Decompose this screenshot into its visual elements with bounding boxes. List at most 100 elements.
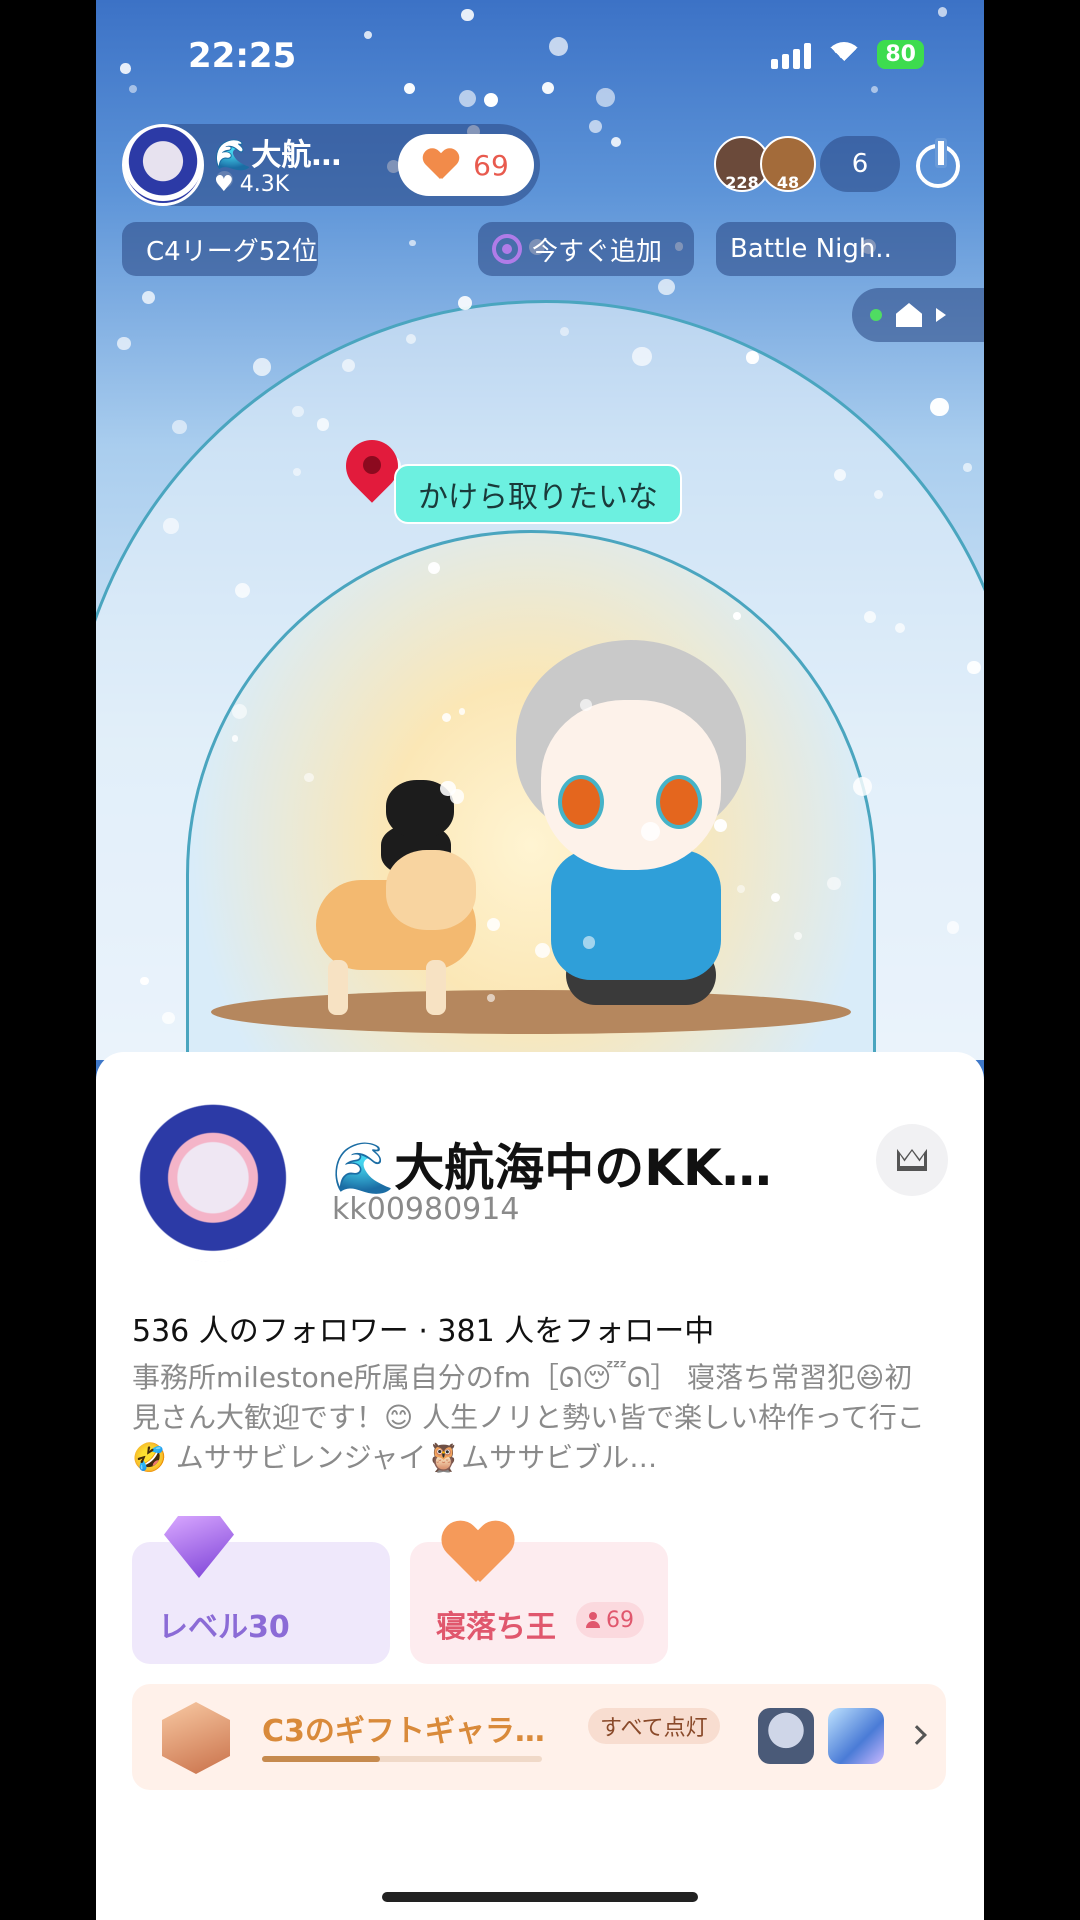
sleep-king-badge-card[interactable]: 寝落ち王 69	[410, 1542, 668, 1664]
dog-leg	[426, 960, 446, 1015]
snowflake	[408, 239, 416, 247]
viewer-score: 48	[776, 173, 800, 192]
viewer-avatar[interactable]: 48	[760, 136, 816, 192]
snowflake	[737, 885, 745, 893]
snowflake	[548, 36, 569, 56]
snowflake	[484, 93, 499, 108]
snowflake	[947, 921, 960, 934]
snowflake	[963, 463, 972, 472]
snowflake	[162, 1011, 175, 1024]
host-name[interactable]: 🌊大航…	[214, 130, 341, 174]
viewer-count[interactable]: 6	[820, 136, 900, 192]
gallery-title: C3のギフトギャラ…	[262, 1714, 545, 1749]
diamond-icon	[129, 242, 143, 256]
league-rank-label: C4リーグ52位	[146, 236, 318, 267]
fan-count: 69	[606, 1607, 634, 1633]
profile-avatar[interactable]	[132, 1100, 294, 1262]
gallery-progress-fill	[262, 1756, 380, 1762]
snowflake	[427, 561, 441, 574]
like-button[interactable]: 69	[398, 134, 534, 196]
power-icon[interactable]	[916, 138, 960, 188]
viewer-score: 228	[725, 173, 759, 192]
person-icon	[586, 1612, 600, 1628]
crown-icon	[897, 1149, 927, 1171]
snowflake	[582, 936, 596, 949]
level-badge-card[interactable]: レベル30	[132, 1516, 390, 1664]
snowflake	[534, 942, 551, 958]
gallery-crystal-icon	[162, 1702, 230, 1774]
league-rank-chip[interactable]: C4リーグ52位	[122, 222, 318, 276]
igloo-floor	[211, 990, 851, 1034]
status-indicators: 80	[771, 40, 924, 69]
crystal-gift-icon	[828, 1708, 884, 1764]
snowflake	[930, 397, 949, 416]
snowflake	[252, 357, 271, 376]
snowflake	[794, 932, 802, 940]
snowflake	[486, 917, 500, 931]
snowflake	[658, 278, 675, 295]
wifi-icon	[825, 42, 863, 68]
fan-count-pill: 69	[576, 1602, 644, 1638]
snowflake	[404, 82, 415, 94]
snowflake	[171, 419, 187, 435]
snowflake	[140, 976, 149, 986]
snowflake	[541, 81, 554, 94]
snowflake	[231, 703, 247, 720]
snowflake	[457, 295, 472, 311]
snowflake	[967, 660, 981, 675]
snowflake	[589, 120, 603, 133]
all-lit-badge: すべて点灯	[588, 1708, 720, 1744]
snowflake	[128, 85, 138, 94]
snowflake	[871, 86, 879, 94]
host-avatar[interactable]	[122, 124, 204, 206]
left-black-bar	[0, 0, 96, 1920]
battle-night-label: Battle Nigh..	[730, 234, 892, 264]
snowflake	[363, 30, 373, 40]
battery-indicator: 80	[877, 40, 924, 69]
add-now-label: 今すぐ追加	[532, 236, 663, 267]
snowflake	[458, 89, 476, 107]
profile-bio: 事務所milestone所属自分のfm［ᘏ😴ᘏ］ 寝落ち常習犯😆初見さん大歓迎で…	[132, 1361, 925, 1474]
heart-outline-icon: ♥	[214, 172, 234, 197]
level-label: レベル30	[158, 1610, 290, 1645]
snowflake	[120, 63, 131, 74]
home-indicator	[382, 1892, 698, 1902]
snowflake	[833, 468, 846, 481]
home-icon	[896, 303, 922, 327]
boy-eye	[656, 775, 702, 829]
battle-night-chip[interactable]: Battle Nigh..	[716, 222, 956, 276]
target-icon	[492, 234, 522, 264]
host-likes-count: 4.3K	[239, 172, 290, 197]
snowflake	[580, 698, 593, 711]
snowflake	[117, 336, 131, 351]
snowflake	[632, 346, 652, 367]
phone-screen: 22:25 80 🌊大航… ♥ 4.3K 69 228 48 6 C4リーグ52…	[96, 0, 984, 1920]
heart-icon	[423, 149, 459, 181]
snowflake	[316, 418, 330, 431]
snowflake	[141, 290, 155, 304]
snowflake	[440, 780, 456, 796]
gallery-progress-bar	[262, 1756, 542, 1762]
snowflake	[746, 351, 759, 364]
crown-button[interactable]	[876, 1124, 948, 1196]
location-tag[interactable]: かけら取りたいな	[394, 464, 682, 524]
profile-id: kk00980914	[332, 1192, 520, 1227]
chevron-right-icon[interactable]	[907, 1725, 927, 1745]
snowflake	[733, 611, 741, 620]
dog-leg	[328, 960, 348, 1015]
gift-gallery-card[interactable]: C3のギフトギャラ… すべて点灯	[132, 1684, 946, 1790]
online-dot	[870, 309, 882, 321]
snowflake	[460, 8, 474, 22]
snowflake	[406, 333, 417, 344]
room-mini-controls[interactable]	[852, 288, 984, 342]
location-pin-icon	[344, 440, 400, 506]
gem-icon	[164, 1516, 234, 1578]
status-time: 22:25	[188, 36, 297, 76]
add-now-chip[interactable]: 今すぐ追加	[478, 222, 694, 276]
sleep-king-label: 寝落ち王	[436, 1610, 556, 1645]
viewer-list[interactable]: 228 48 6	[714, 136, 900, 192]
snowflake	[163, 518, 179, 534]
snowflake	[596, 88, 615, 107]
follow-stats[interactable]: 536 人のフォロワー · 381 人をフォロー中	[132, 1306, 714, 1350]
like-count: 69	[473, 148, 509, 182]
